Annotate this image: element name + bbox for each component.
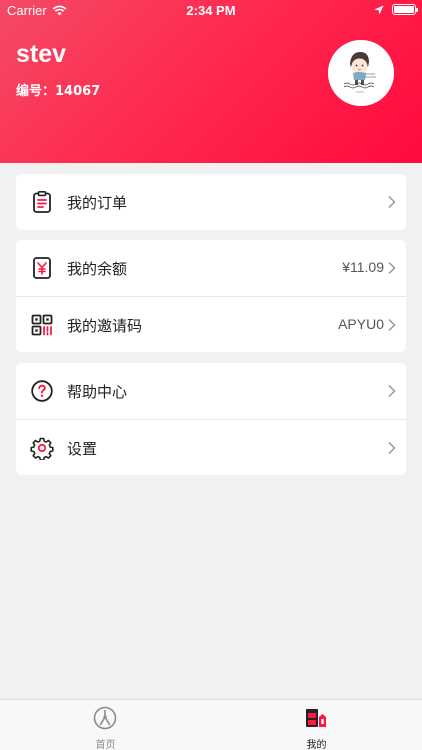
menu-label-settings: 设置 [67, 440, 98, 458]
menu-item-invite-code[interactable]: 我的邀请码 APYU0 [16, 296, 406, 352]
status-time: 2:34 PM [186, 3, 236, 18]
menu-item-orders[interactable]: 我的订单 [16, 174, 406, 230]
chevron-right-icon [388, 318, 396, 332]
menu-label-orders: 我的订单 [67, 194, 128, 212]
menu-label-invite-code: 我的邀请码 [67, 317, 143, 335]
balance-yen-icon [33, 257, 51, 279]
tab-home[interactable]: 首页 [0, 700, 211, 750]
tab-profile[interactable]: 我的 [211, 700, 422, 750]
menu-item-balance[interactable]: 我的余额 ¥11.09 [16, 240, 406, 296]
menu-item-help-center[interactable]: 帮助中心 [16, 363, 406, 419]
avatar[interactable] [328, 40, 394, 106]
location-arrow-icon [374, 5, 384, 14]
profile-shop-icon [306, 709, 326, 727]
chevron-right-icon [388, 195, 396, 209]
chevron-right-icon [388, 384, 396, 398]
menu-label-help-center: 帮助中心 [67, 383, 128, 401]
tab-bar: 首页 我的 [0, 699, 422, 750]
user-id: 编号：14067 [16, 84, 101, 99]
username: stev [16, 40, 67, 68]
menu-label-balance: 我的余额 [67, 260, 128, 278]
order-clipboard-icon [33, 190, 51, 213]
tab-label-profile: 我的 [306, 740, 327, 750]
battery-icon [392, 4, 418, 15]
profile-header: Carrier 2:34 PM stev 编号：14067 [0, 0, 422, 163]
status-bar: Carrier 2:34 PM [0, 0, 422, 22]
menu-card-support: 帮助中心 设置 [16, 363, 406, 475]
menu-item-settings[interactable]: 设置 [16, 419, 406, 475]
balance-value: ¥11.09 [342, 259, 384, 275]
chevron-right-icon [388, 261, 396, 275]
chevron-right-icon [388, 441, 396, 455]
tab-label-home: 首页 [95, 740, 116, 750]
qr-code-icon [31, 314, 53, 336]
help-question-icon [31, 380, 53, 402]
invite-code-value: APYU0 [338, 316, 384, 332]
avatar-cartoon-icon [328, 40, 394, 106]
home-icon [93, 706, 117, 730]
menu-card-orders: 我的订单 [16, 174, 406, 230]
settings-gear-icon [30, 437, 54, 460]
menu-card-account: 我的余额 ¥11.09 我的邀请码 APYU0 [16, 240, 406, 352]
